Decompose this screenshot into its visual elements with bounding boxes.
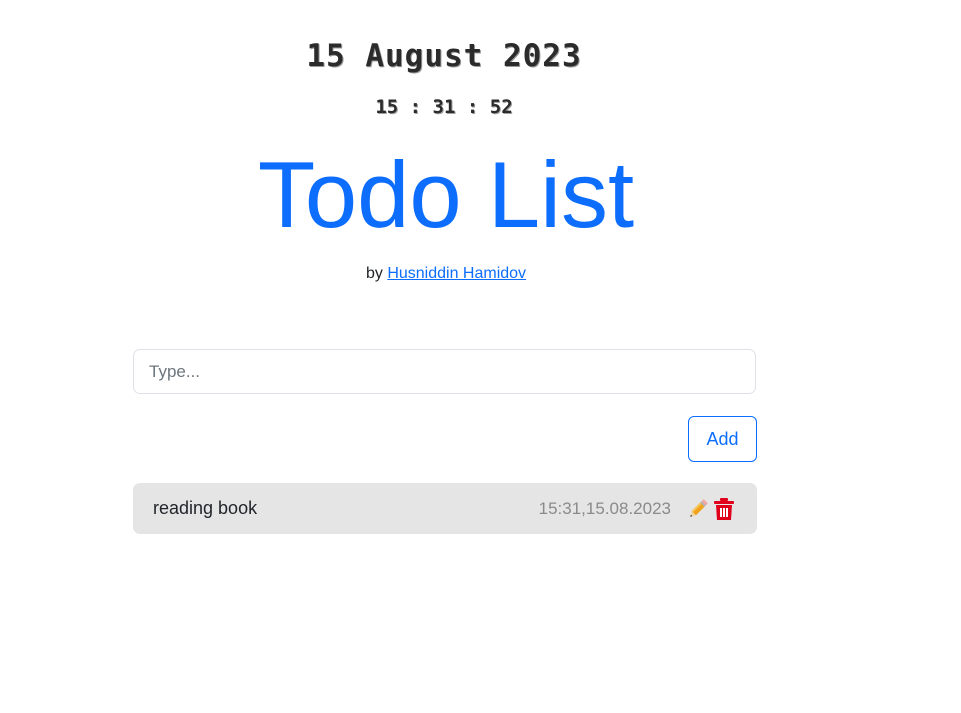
date-display: 15 August 2023	[306, 38, 582, 74]
clock-display: 15 : 31 : 52	[375, 96, 513, 118]
todo-text: reading book	[153, 498, 258, 518]
todo-input[interactable]	[133, 349, 756, 394]
pencil-icon[interactable]	[685, 496, 711, 522]
byline-prefix: by	[365, 265, 383, 282]
page: 15 August 2023 15 : 31 : 52 Todo List by…	[0, 0, 961, 713]
trash-icon[interactable]	[711, 496, 737, 522]
todo-timestamp: 15:31,15.08.2023	[538, 498, 671, 518]
todo-item: reading book 15:31,15.08.2023	[133, 483, 757, 534]
author-link[interactable]: Husniddin Hamidov	[387, 265, 526, 282]
byline: by Husniddin Hamidov	[0, 265, 892, 283]
page-title: Todo List	[257, 142, 635, 247]
add-button[interactable]: Add	[688, 416, 757, 462]
